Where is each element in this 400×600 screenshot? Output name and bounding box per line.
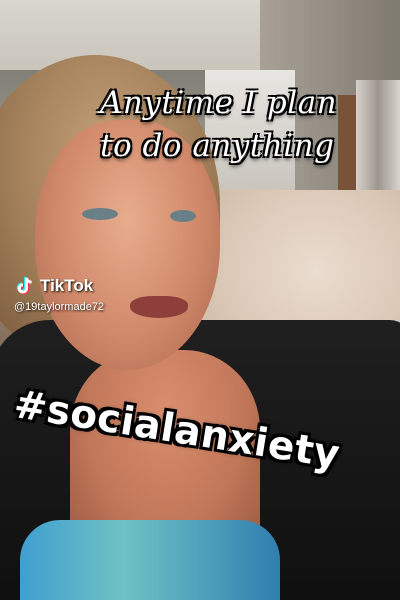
tiktok-watermark: TikTok @19taylormade72 bbox=[14, 275, 104, 313]
video-frame: Anytime I plan to do anything TikTok @19… bbox=[0, 0, 400, 600]
video-caption: Anytime I plan to do anything bbox=[100, 82, 390, 168]
tiktok-note-icon bbox=[14, 275, 36, 297]
caption-line-2: to do anything bbox=[100, 128, 335, 164]
tiktok-user-handle: @19taylormade72 bbox=[14, 301, 105, 313]
person-mouth bbox=[130, 296, 188, 318]
person-eye-left bbox=[82, 208, 118, 220]
person-eye-right bbox=[170, 210, 196, 222]
caption-line-1: Anytime I plan bbox=[100, 85, 338, 121]
person-shirt bbox=[20, 520, 280, 600]
tiktok-brand-name: TikTok bbox=[40, 276, 94, 295]
